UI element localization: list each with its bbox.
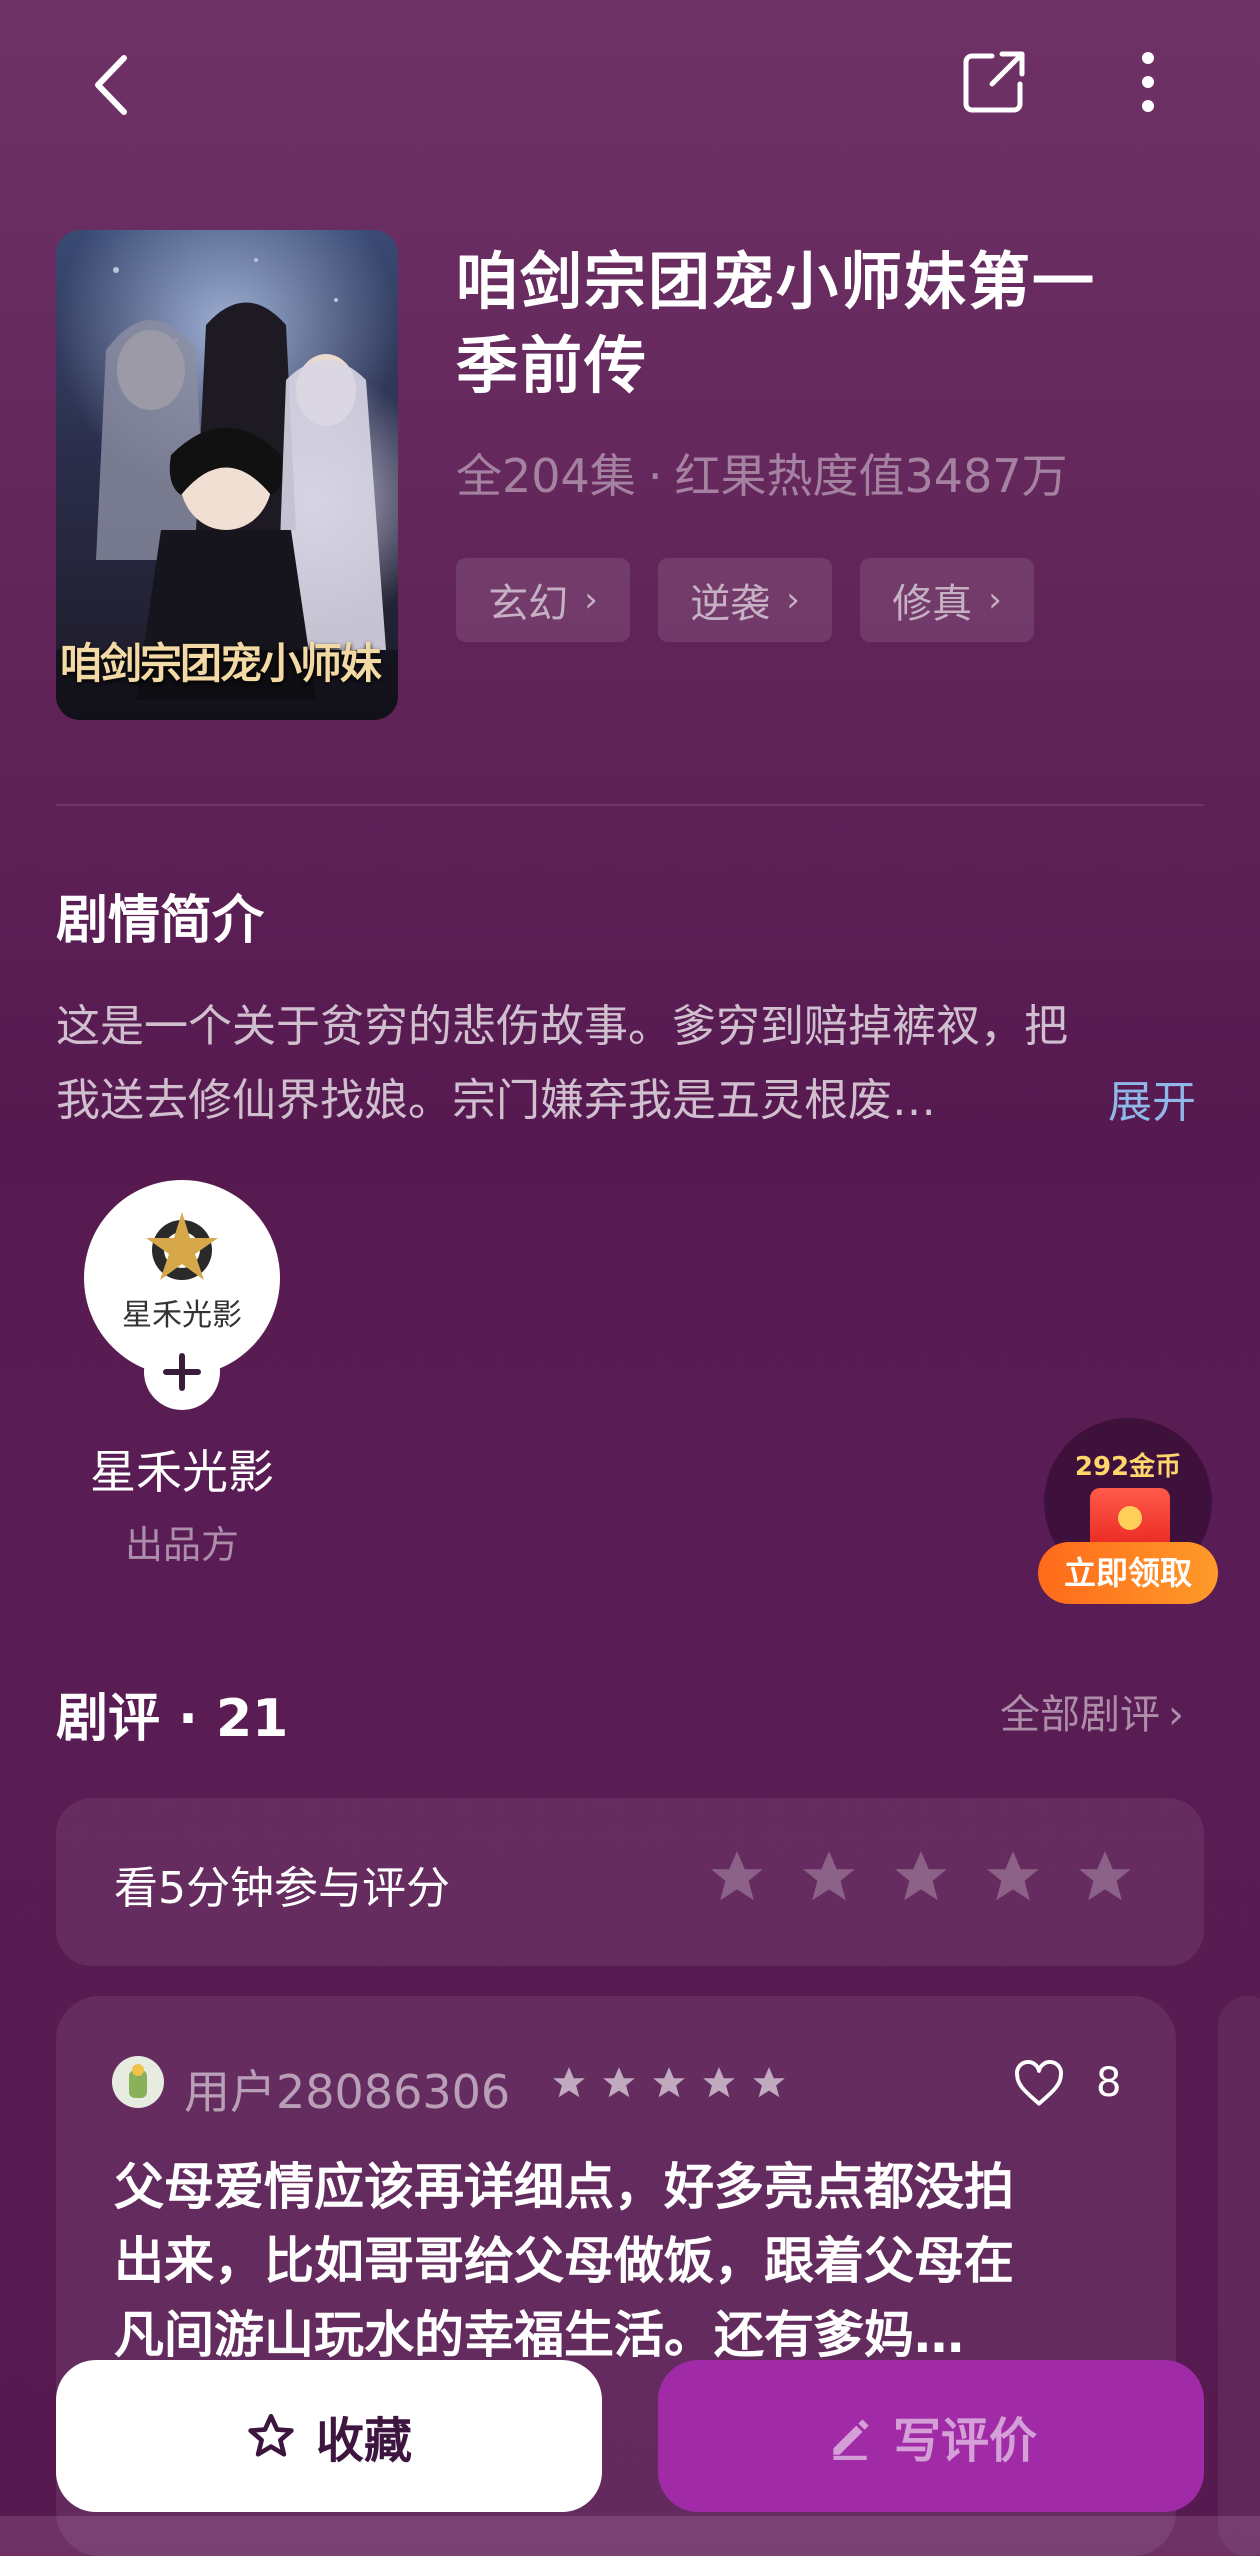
star-filled-icon	[653, 2067, 685, 2098]
star-film-logo-icon	[146, 1212, 218, 1280]
synopsis-text: 这是一个关于贫穷的悲伤故事。爹穷到赔掉裤衩，把 我送去修仙界找娘。宗门嫌弃我是五…	[56, 990, 1096, 1138]
star-outline-icon	[248, 2413, 294, 2457]
more-icon[interactable]	[1136, 50, 1160, 114]
drama-meta: 全204集 · 红果热度值3487万	[456, 440, 1068, 506]
drama-cover[interactable]: 咱剑宗团宠小师妹	[56, 230, 398, 720]
synopsis-heading: 剧情简介	[56, 891, 265, 951]
star-filled-icon	[703, 2067, 735, 2098]
plus-icon	[163, 1353, 201, 1391]
next-review-card[interactable]	[1218, 1996, 1260, 2556]
synopsis-line2: 我送去修仙界找娘。宗门嫌弃我是五灵根废…	[56, 1075, 936, 1126]
rating-box: 看5分钟参与评分	[56, 1798, 1204, 1966]
drama-title: 咱剑宗团宠小师妹第一 季前传	[456, 240, 1196, 408]
star-icon[interactable]	[890, 1846, 952, 1908]
review-line2: 出来，比如哥哥给父母做饭，跟着父母在	[114, 2232, 1014, 2290]
producer-role: 出品方	[124, 1523, 239, 1567]
tag-label: 逆袭	[690, 581, 771, 627]
drama-title-line2: 季前传	[456, 329, 649, 402]
pencil-icon	[833, 2419, 869, 2460]
reward-coins: 292金币	[1074, 1452, 1182, 1482]
synopsis-line1: 这是一个关于贫穷的悲伤故事。爹穷到赔掉裤衩，把	[56, 1001, 1068, 1052]
chevron-right-icon: ›	[584, 580, 598, 620]
expand-link[interactable]: 展开	[1108, 1066, 1196, 1130]
all-reviews-link[interactable]: 全部剧评 ›	[1000, 1682, 1184, 1740]
star-icon[interactable]	[798, 1846, 860, 1908]
chevron-right-icon: ›	[988, 580, 1002, 620]
write-review-label: 写评价	[892, 2413, 1037, 2469]
heart-icon[interactable]	[1012, 2060, 1066, 2108]
star-filled-icon	[603, 2067, 635, 2098]
tag-label: 修真	[892, 581, 973, 627]
rating-stars[interactable]	[706, 1846, 1136, 1908]
favorite-label: 收藏	[315, 2413, 412, 2469]
star-filled-icon	[753, 2067, 785, 2098]
tag-xiuzhen[interactable]: 修真 ›	[860, 558, 1034, 642]
rating-prompt: 看5分钟参与评分	[114, 1863, 450, 1914]
back-icon[interactable]	[86, 50, 136, 120]
favorite-button[interactable]: 收藏	[56, 2360, 602, 2512]
review-username: 用户28086306	[184, 2065, 511, 2119]
review-text: 父母爱情应该再详细点，好多亮点都没拍 出来，比如哥哥给父母做饭，跟着父母在 凡间…	[114, 2150, 1134, 2372]
follow-button[interactable]	[144, 1334, 220, 1410]
tag-nixi[interactable]: 逆袭 ›	[658, 558, 832, 642]
chevron-right-icon: ›	[1168, 1692, 1184, 1738]
star-icon[interactable]	[1074, 1846, 1136, 1908]
review-line1: 父母爱情应该再详细点，好多亮点都没拍	[114, 2158, 1014, 2216]
meta-separator: ·	[647, 449, 663, 503]
drama-title-line1: 咱剑宗团宠小师妹第一	[456, 245, 1097, 318]
claim-button[interactable]: 立即领取	[1038, 1542, 1218, 1604]
episode-count: 全204集	[456, 449, 636, 503]
reviews-heading: 剧评 · 21	[56, 1689, 289, 1749]
heat-value: 红果热度值3487万	[674, 449, 1068, 503]
cover-title-text: 咱剑宗团宠小师妹	[60, 639, 382, 688]
review-stars	[550, 2064, 788, 2102]
star-icon[interactable]	[982, 1846, 1044, 1908]
divider	[56, 804, 1204, 806]
tag-label: 玄幻	[488, 581, 569, 627]
reward-widget[interactable]: 292金币 立即领取	[1038, 1418, 1220, 1608]
chevron-right-icon: ›	[786, 580, 800, 620]
write-review-button[interactable]: 写评价	[658, 2360, 1204, 2512]
producer-name: 星禾光影	[90, 1445, 274, 1499]
tag-xuanhuan[interactable]: 玄幻 ›	[456, 558, 630, 642]
star-filled-icon	[553, 2067, 585, 2098]
like-count: 8	[1096, 2060, 1122, 2106]
all-reviews-label: 全部剧评	[1000, 1692, 1160, 1738]
producer-logo-text: 星禾光影	[122, 1298, 242, 1333]
share-icon[interactable]	[962, 50, 1026, 114]
user-avatar	[112, 2056, 164, 2108]
star-icon[interactable]	[706, 1846, 768, 1908]
